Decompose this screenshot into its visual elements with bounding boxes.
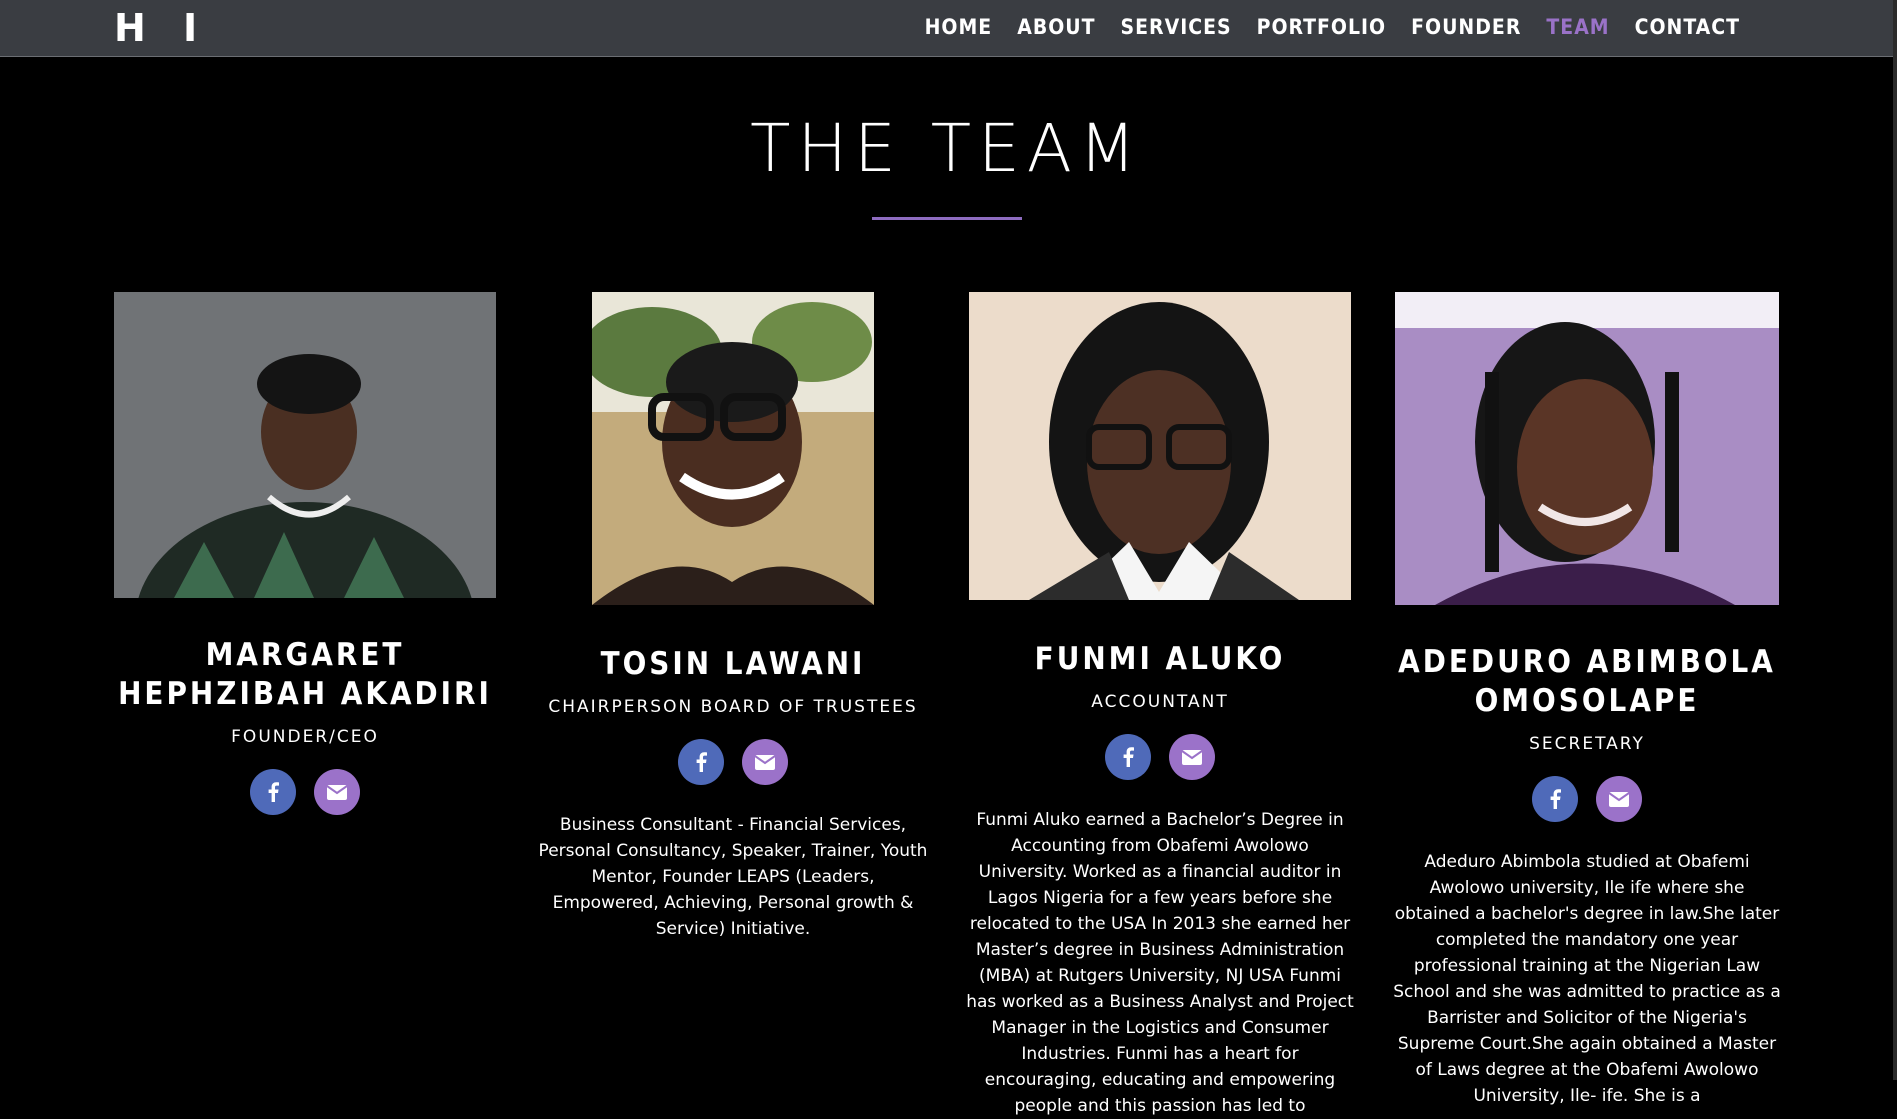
team-member-card: MARGARET HEPHZIBAH AKADIRI FOUNDER/CEO <box>90 292 520 842</box>
facebook-button[interactable] <box>1532 776 1578 822</box>
member-photo <box>592 292 874 605</box>
envelope-icon <box>1609 791 1629 807</box>
nav-link-home[interactable]: HOME <box>925 15 993 39</box>
site-logo[interactable]: H I <box>114 6 209 50</box>
facebook-button[interactable] <box>250 769 296 815</box>
team-member-card: TOSIN LAWANI CHAIRPERSON BOARD OF TRUSTE… <box>518 292 948 942</box>
nav-link-contact[interactable]: CONTACT <box>1635 15 1740 39</box>
nav-link-founder[interactable]: FOUNDER <box>1411 15 1521 39</box>
facebook-icon <box>1550 789 1561 809</box>
email-button[interactable] <box>742 739 788 785</box>
member-role: FOUNDER/CEO <box>231 727 379 747</box>
email-button[interactable] <box>1169 734 1215 780</box>
member-photo <box>114 292 496 598</box>
member-role: SECRETARY <box>1529 734 1645 754</box>
email-button[interactable] <box>314 769 360 815</box>
member-name: MARGARET HEPHZIBAH AKADIRI <box>118 637 492 712</box>
facebook-button[interactable] <box>1105 734 1151 780</box>
page-scrollbar[interactable] <box>1893 0 1897 1080</box>
envelope-icon <box>327 784 347 800</box>
facebook-button[interactable] <box>678 739 724 785</box>
facebook-icon <box>268 782 279 802</box>
member-role: CHAIRPERSON BOARD OF TRUSTEES <box>548 697 918 717</box>
facebook-icon <box>696 752 707 772</box>
member-photo <box>969 292 1351 600</box>
member-role: ACCOUNTANT <box>1091 692 1229 712</box>
navbar: H I HOME ABOUT SERVICES PORTFOLIO FOUNDE… <box>0 0 1893 57</box>
member-bio: Funmi Aluko earned a Bachelor’s Degree i… <box>966 810 1354 1116</box>
social-links <box>518 739 948 785</box>
member-bio: Adeduro Abimbola studied at Obafemi Awol… <box>1393 852 1781 1106</box>
social-links <box>1372 776 1802 822</box>
team-member-card: ADEDURO ABIMBOLA OMOSOLAPE SECRETARY Ade… <box>1372 292 1802 1109</box>
nav-link-team[interactable]: TEAM <box>1546 15 1609 39</box>
email-button[interactable] <box>1596 776 1642 822</box>
facebook-icon <box>1123 747 1134 767</box>
member-photo <box>1395 292 1779 605</box>
nav-links: HOME ABOUT SERVICES PORTFOLIO FOUNDER TE… <box>900 15 1740 39</box>
social-links <box>945 734 1375 780</box>
envelope-icon <box>1182 749 1202 765</box>
section-title: THE TEAM <box>750 110 1143 187</box>
team-member-card: FUNMI ALUKO ACCOUNTANT Funmi Aluko earne… <box>945 292 1375 1119</box>
member-name: TOSIN LAWANI <box>600 646 866 682</box>
member-bio: Business Consultant - Financial Services… <box>538 815 928 939</box>
title-underline <box>872 217 1022 220</box>
envelope-icon <box>755 754 775 770</box>
member-name: ADEDURO ABIMBOLA OMOSOLAPE <box>1398 644 1776 719</box>
nav-link-services[interactable]: SERVICES <box>1121 15 1232 39</box>
nav-link-portfolio[interactable]: PORTFOLIO <box>1257 15 1386 39</box>
member-name: FUNMI ALUKO <box>1034 641 1286 677</box>
social-links <box>90 769 520 815</box>
nav-link-about[interactable]: ABOUT <box>1017 15 1095 39</box>
